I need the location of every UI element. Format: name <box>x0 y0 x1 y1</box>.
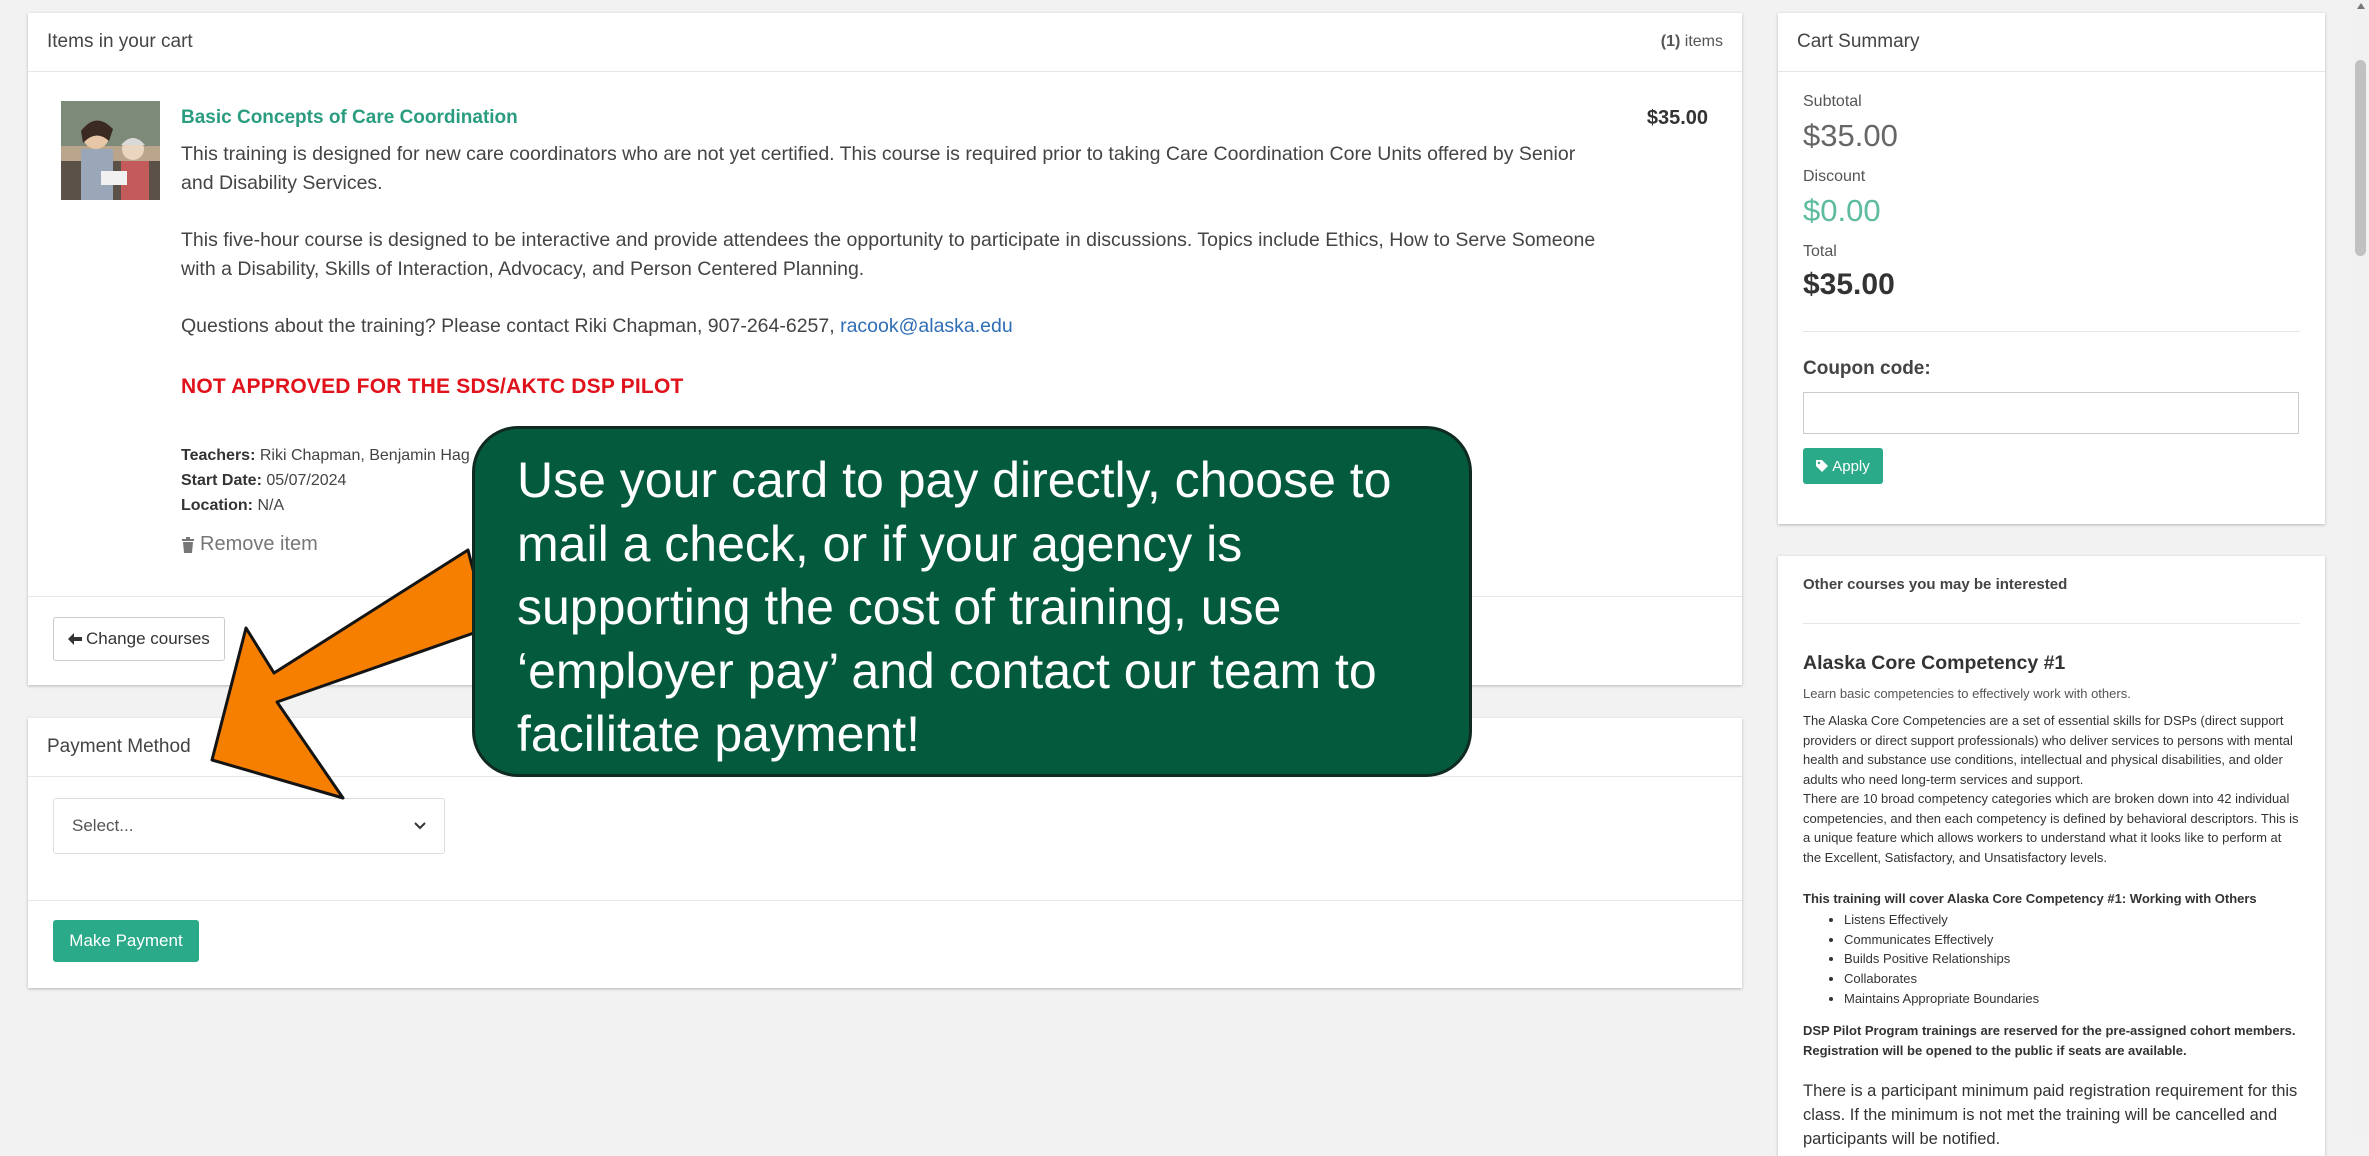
annotation-callout: Use your card to pay directly, choose to… <box>472 426 1472 777</box>
